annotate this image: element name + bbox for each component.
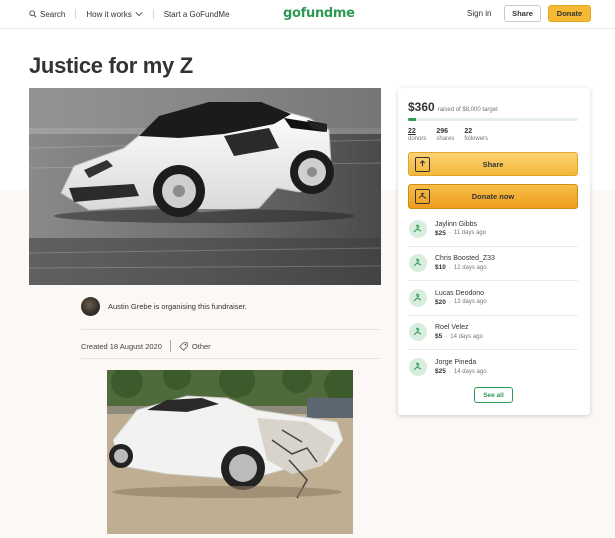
share-button[interactable]: Share [408,152,578,176]
donor-name: Roel Velez [435,324,469,332]
organiser-row: Austin Grebe is organising this fundrais… [81,297,247,316]
donate-hand-icon [415,189,430,204]
category-tag[interactable]: Other [179,342,211,351]
search-link[interactable]: Search [29,10,65,19]
donor-avatar [409,254,427,273]
donation-time: 14 days ago [453,368,487,375]
donation-time: 14 days ago [450,333,483,340]
category-label: Other [191,341,211,351]
donation-item: Lucas Deodono $20 · 13 days ago [408,281,578,316]
donate-now-button[interactable]: Donate now [408,184,578,209]
donation-item: Chris Boosted_Z33 $10 · 12 days ago [408,247,578,281]
donation-amount: $10 [435,264,446,272]
stat-shares: 296 shares [436,128,454,142]
hero-car-illustration [29,88,381,285]
campaign-meta: Created 18 August 2020 Other [81,340,211,352]
donor-avatar [409,323,427,342]
top-navigation: Search How it works Start a GoFundMe gof… [0,0,615,29]
gofundme-logo[interactable]: gofundme [283,6,355,21]
donation-hand-icon [413,362,422,371]
divider [81,358,381,359]
donation-hand-icon [413,293,422,302]
organiser-avatar[interactable] [81,297,100,316]
stat-value: 22 [408,128,416,135]
donor-name: Jaylinn Gibbs [435,220,478,228]
logo-text: gofundme [283,6,355,21]
donor-name: Lucas Deodono [435,289,485,297]
header-share-button[interactable]: Share [504,5,541,22]
stat-donors[interactable]: 22 donors [408,128,426,142]
tag-icon [179,341,188,351]
dot-separator: · [448,368,451,375]
donation-item: Jorge Pineda $25 · 14 days ago [408,350,578,385]
share-button-label: Share [482,159,504,169]
organiser-text: Austin Grebe is organising this fundrais… [108,302,247,311]
recent-donations-list: Jaylinn Gibbs $25 · 11 days ago Chris Boos… [408,212,578,385]
donor-name: Chris Boosted_Z33 [435,255,495,263]
search-icon [29,10,37,18]
campaign-stats: 22 donors 296 shares 22 followers [408,128,488,142]
donation-amount: $25 [435,229,446,237]
donation-amount: $5 [435,333,443,341]
stat-value: 22 [464,128,473,135]
donation-amount: $25 [435,368,446,376]
progress-fill [408,118,416,121]
dot-separator: · [448,264,451,271]
stat-label: donors [408,135,427,142]
divider [81,329,381,330]
see-all-button[interactable]: See all [474,387,513,403]
donation-time: 12 days ago [453,264,487,271]
nav-divider [152,9,154,19]
chevron-down-icon [135,12,143,17]
donate-now-label: Donate now [471,192,515,201]
donation-hand-icon [413,258,422,267]
donor-avatar [409,219,427,238]
dot-separator: · [445,333,448,340]
amount-raised: $360 raised of $8,000 target [408,100,498,114]
goal-text: raised of $8,000 target [437,107,498,113]
how-it-works-label: How it works [86,9,132,19]
signin-link[interactable]: Sign in [467,9,491,18]
share-icon [415,157,430,172]
dot-separator: · [448,299,451,306]
start-gofundme-link[interactable]: Start a GoFundMe [164,10,230,19]
stat-followers: 22 followers [464,128,488,142]
campaign-photo-crash[interactable] [107,370,353,534]
donation-time: 13 days ago [453,299,487,306]
donation-hand-icon [413,224,422,233]
raised-amount: $360 [408,100,435,114]
start-gofundme-label: Start a GoFundMe [163,9,230,19]
created-date: Created 18 August 2020 [81,341,162,351]
crashed-car-illustration [107,370,353,534]
campaign-title: Justice for my Z [29,53,193,78]
donation-sidebar: $360 raised of $8,000 target 22 donors 2… [398,88,590,415]
donation-amount: $20 [435,298,446,306]
donation-item: Jaylinn Gibbs $25 · 11 days ago [408,212,578,247]
header-donate-button[interactable]: Donate [548,5,591,22]
donation-item: Roel Velez $5 · 14 days ago [408,316,578,350]
stat-label: shares [436,135,455,142]
search-label: Search [40,9,66,19]
how-it-works-menu[interactable]: How it works [86,9,143,19]
dot-separator: · [448,230,451,237]
meta-divider [169,340,171,352]
nav-left-group: Search How it works Start a GoFundMe [29,9,230,19]
donation-hand-icon [413,327,422,336]
donor-avatar [409,358,427,377]
donor-name: Jorge Pineda [435,359,477,367]
nav-divider [75,9,77,19]
stat-value: 296 [436,128,449,135]
progress-bar [408,118,578,121]
hero-image[interactable] [29,88,381,285]
stat-label: followers [464,135,489,142]
donation-time: 11 days ago [453,230,487,237]
donor-avatar [409,288,427,307]
